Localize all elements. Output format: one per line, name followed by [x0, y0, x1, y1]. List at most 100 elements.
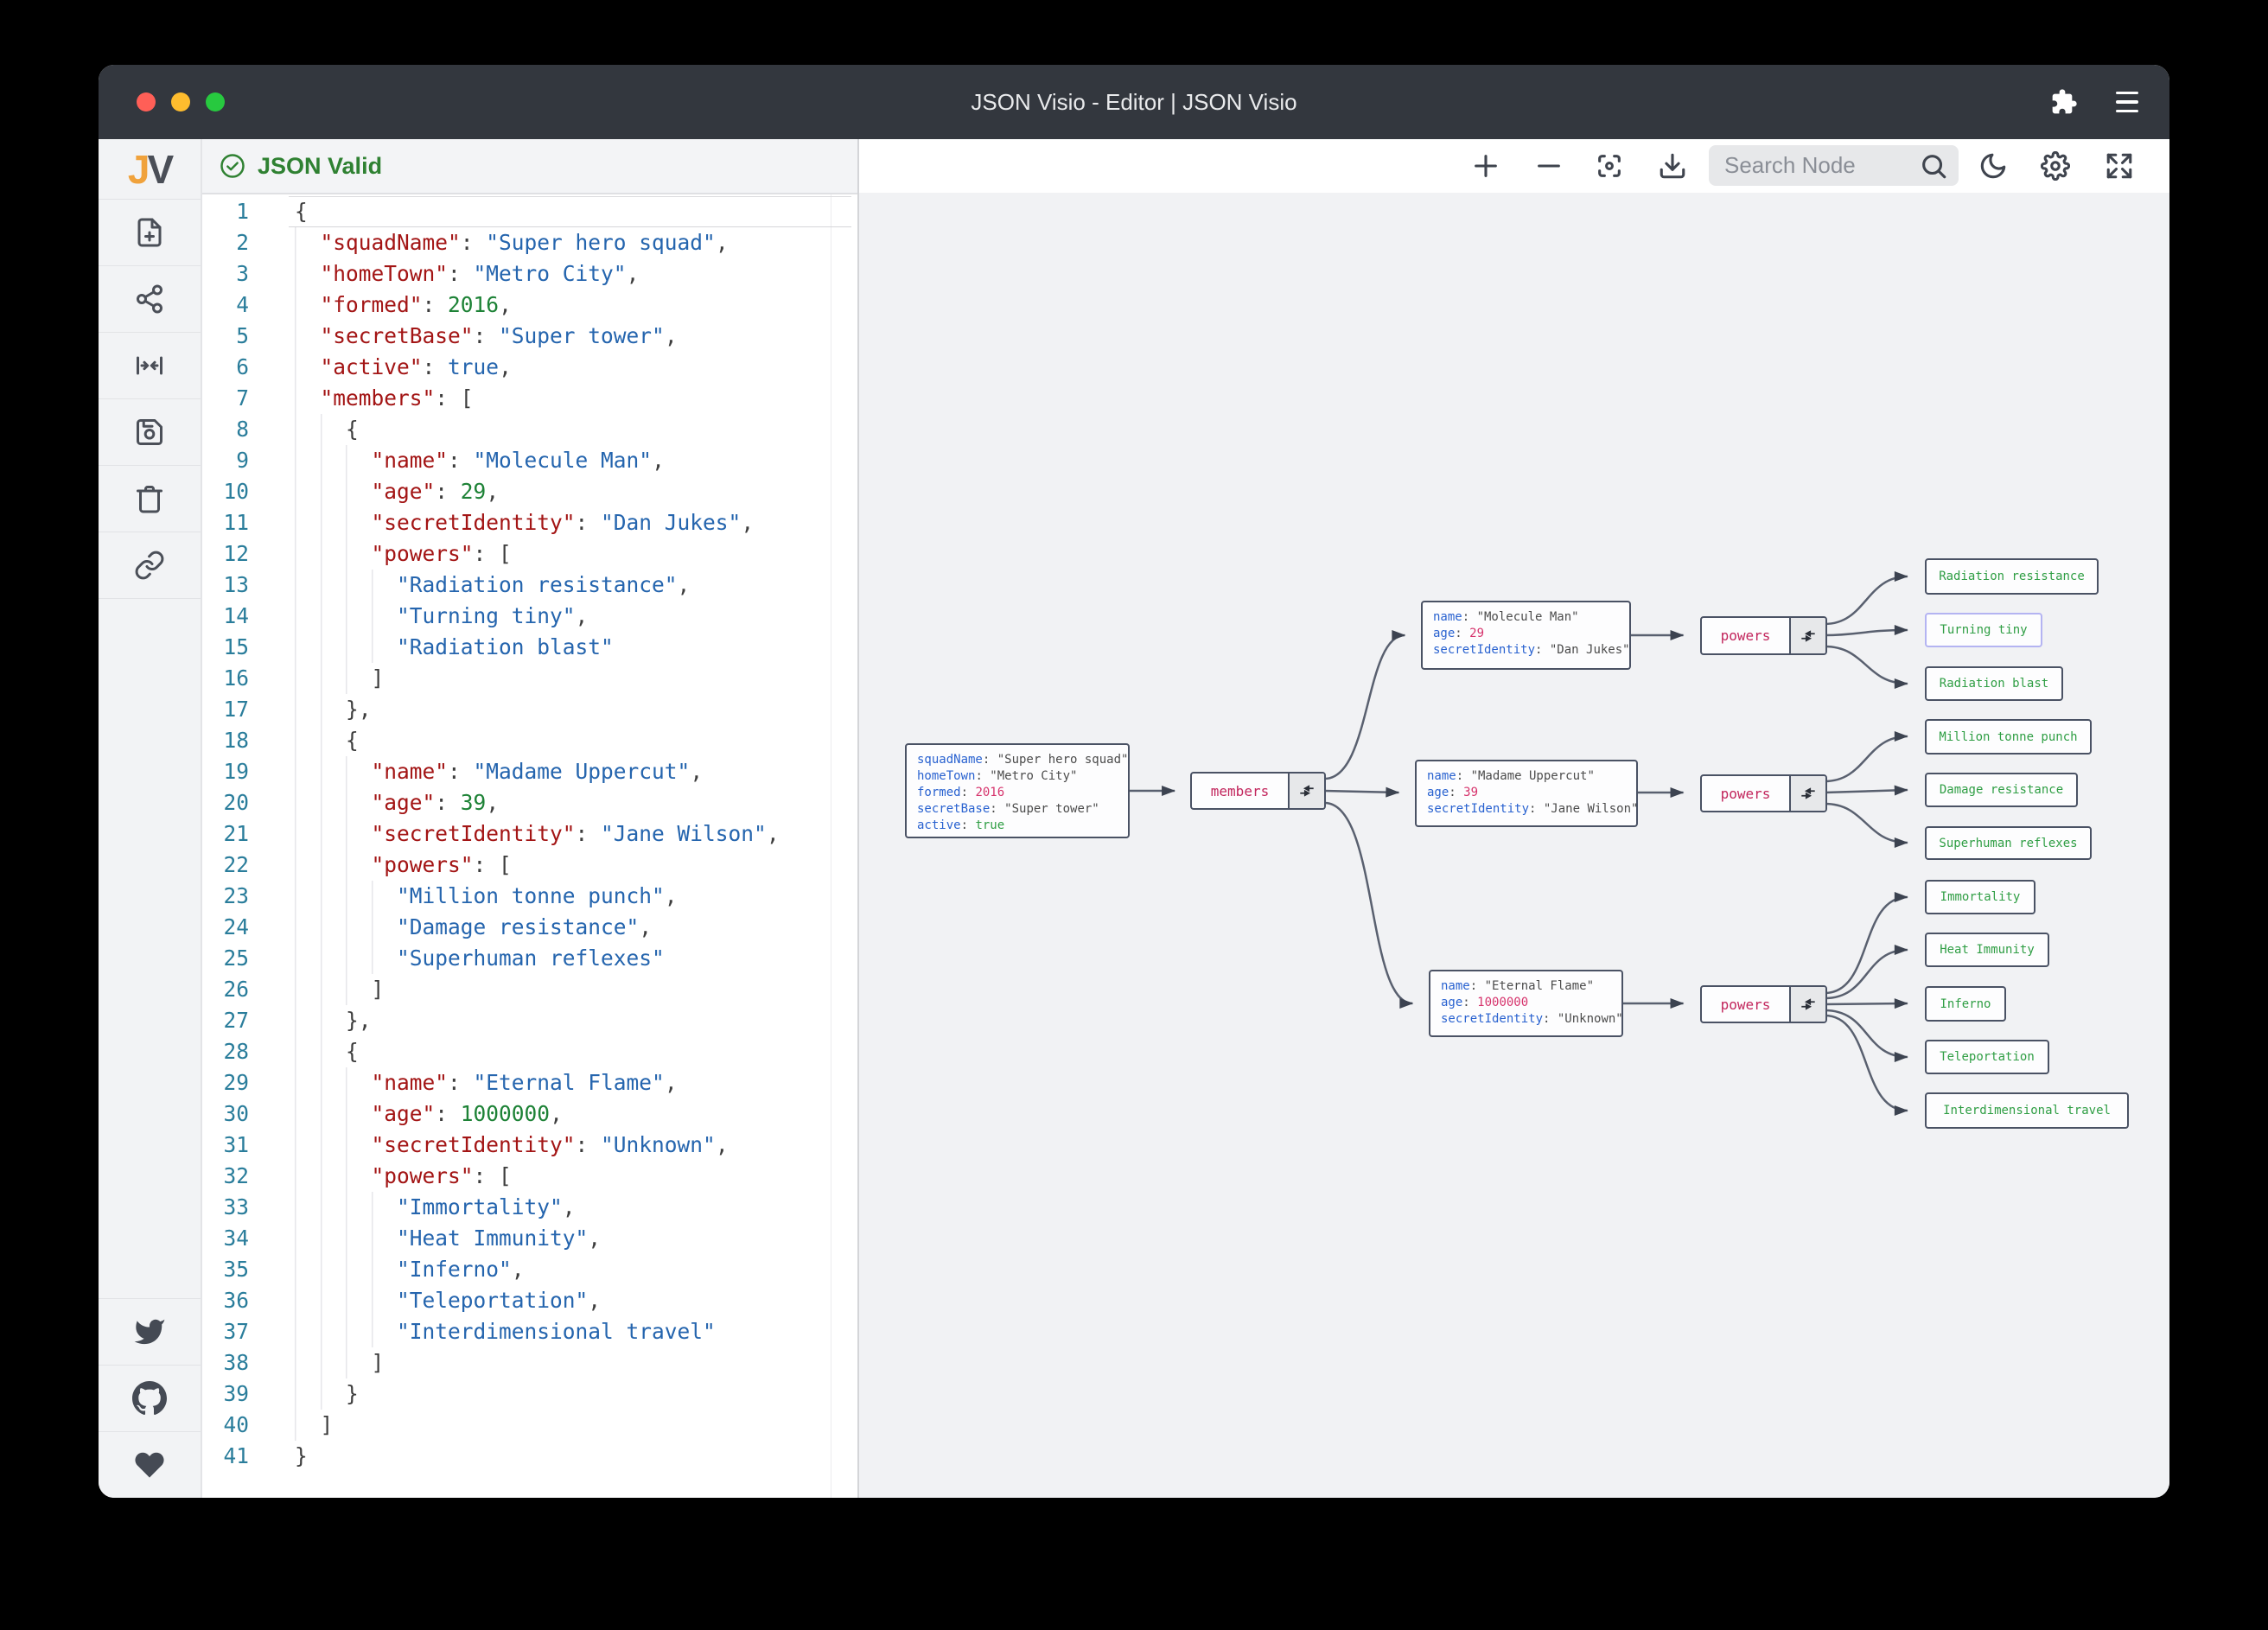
graph-leaf-node[interactable]: Damage resistance	[1925, 773, 2078, 807]
code-line[interactable]: 33 "Immortality",	[202, 1192, 857, 1223]
collapse-button[interactable]	[1789, 618, 1825, 653]
graph-parent-node-powers[interactable]: powers	[1700, 616, 1827, 655]
collapse-button[interactable]	[1789, 987, 1825, 1022]
code-line[interactable]: 12 "powers": [	[202, 538, 857, 570]
code-line[interactable]: 41}	[202, 1441, 857, 1472]
graph-leaf-node[interactable]: Turning tiny	[1925, 613, 2042, 647]
graph-toolbar	[859, 139, 2169, 193]
dark-mode-button[interactable]	[1978, 151, 2008, 181]
code-line[interactable]: 16]	[202, 663, 857, 694]
code-line[interactable]: 11 "secretIdentity": "Dan Jukes",	[202, 507, 857, 538]
code-line[interactable]: 25 "Superhuman reflexes"	[202, 943, 857, 974]
code-line[interactable]: 34 "Heat Immunity",	[202, 1223, 857, 1254]
graph-node-m1[interactable]: name: "Molecule Man" age: 29 secretIdentit…	[1421, 601, 1631, 670]
code-line[interactable]: 9 "name": "Molecule Man",	[202, 445, 857, 476]
collapse-button[interactable]	[1288, 774, 1324, 808]
row-value: "Unknown"	[1557, 1012, 1623, 1026]
graph-node-m3[interactable]: name: "Eternal Flame" age: 1000000 secretI…	[1429, 970, 1623, 1037]
center-view-button[interactable]	[99, 333, 201, 399]
code-line[interactable]: 35 "Inferno",	[202, 1254, 857, 1285]
code-line[interactable]: 28{	[202, 1036, 857, 1067]
code-line[interactable]: 3 "homeTown": "Metro City",	[202, 258, 857, 290]
code-line[interactable]: 39}	[202, 1378, 857, 1410]
code-line[interactable]: 20 "age": 39,	[202, 787, 857, 818]
code-line[interactable]: 8{	[202, 414, 857, 445]
github-button[interactable]	[99, 1366, 201, 1432]
graph-node-root[interactable]: squadName: "Super hero squad" homeTown: "…	[905, 743, 1130, 838]
code-line[interactable]: 29 "name": "Eternal Flame",	[202, 1067, 857, 1098]
code-line[interactable]: 14 "Turning tiny",	[202, 601, 857, 632]
collapse-button[interactable]	[1789, 776, 1825, 811]
code-line[interactable]: 18{	[202, 725, 857, 756]
share-button[interactable]	[99, 266, 201, 333]
focus-button[interactable]	[1595, 151, 1624, 181]
code-line-content: "age": 29,	[249, 476, 499, 507]
row-value: "Madame Uppercut"	[1470, 769, 1595, 783]
code-editor[interactable]: 1{2 "squadName": "Super hero squad", 3 "hom…	[202, 194, 857, 1498]
code-line[interactable]: 7 "members": [	[202, 383, 857, 414]
code-line[interactable]: 13 "Radiation resistance",	[202, 570, 857, 601]
code-line-content: "powers": [	[249, 850, 512, 881]
code-line[interactable]: 19 "name": "Madame Uppercut",	[202, 756, 857, 787]
code-line[interactable]: 32 "powers": [	[202, 1161, 857, 1192]
graph-leaf-node[interactable]: Immortality	[1925, 880, 2035, 914]
menu-icon[interactable]	[2116, 91, 2138, 113]
graph-leaf-node[interactable]: Inferno	[1925, 986, 2006, 1022]
code-line[interactable]: 36 "Teleportation",	[202, 1285, 857, 1316]
new-document-button[interactable]	[99, 200, 201, 266]
graph-leaf-node[interactable]: Teleportation	[1925, 1040, 2049, 1074]
code-line[interactable]: 23 "Million tonne punch",	[202, 881, 857, 912]
line-number: 37	[223, 1319, 249, 1344]
app-logo[interactable]: JV	[99, 139, 201, 200]
code-line[interactable]: 2 "squadName": "Super hero squad",	[202, 227, 857, 258]
code-line[interactable]: 27},	[202, 1005, 857, 1036]
extension-icon[interactable]	[2050, 88, 2078, 116]
graph-parent-node-members[interactable]: members	[1190, 772, 1326, 810]
graph-parent-node-powers[interactable]: powers	[1700, 985, 1827, 1023]
graph-canvas[interactable]: squadName: "Super hero squad" homeTown: "…	[859, 193, 2169, 1498]
code-line[interactable]: 21 "secretIdentity": "Jane Wilson",	[202, 818, 857, 850]
code-line[interactable]: 17},	[202, 694, 857, 725]
code-line[interactable]: 24 "Damage resistance",	[202, 912, 857, 943]
code-line-content: "Interdimensional travel"	[249, 1316, 716, 1347]
share-icon	[137, 284, 162, 314]
code-line-content: "age": 39,	[249, 787, 499, 818]
parent-node-label: powers	[1720, 627, 1771, 644]
code-line[interactable]: 37 "Interdimensional travel"	[202, 1316, 857, 1347]
app-window: JSON Visio - Editor | JSON Visio JV JSON…	[99, 65, 2169, 1498]
code-line[interactable]: 30 "age": 1000000,	[202, 1098, 857, 1130]
twitter-button[interactable]	[99, 1298, 201, 1366]
code-line[interactable]: 5 "secretBase": "Super tower",	[202, 321, 857, 352]
link-button[interactable]	[99, 532, 201, 599]
code-line[interactable]: 15 "Radiation blast"	[202, 632, 857, 663]
code-line[interactable]: 40]	[202, 1410, 857, 1441]
settings-button[interactable]	[2041, 151, 2070, 181]
fullscreen-button[interactable]	[2105, 151, 2134, 181]
code-line[interactable]: 6 "active": true,	[202, 352, 857, 383]
code-line-content: ]	[249, 974, 384, 1005]
code-line[interactable]: 4 "formed": 2016,	[202, 290, 857, 321]
code-line[interactable]: 26]	[202, 974, 857, 1005]
zoom-in-button[interactable]	[1471, 151, 1500, 181]
save-button[interactable]	[99, 399, 201, 466]
code-line[interactable]: 22 "powers": [	[202, 850, 857, 881]
code-line[interactable]: 31 "secretIdentity": "Unknown",	[202, 1130, 857, 1161]
graph-node-m2[interactable]: name: "Madame Uppercut" age: 39 secretIden…	[1415, 760, 1638, 827]
code-line-content: "powers": [	[249, 538, 512, 570]
code-line[interactable]: 10 "age": 29,	[202, 476, 857, 507]
graph-leaf-node[interactable]: Heat Immunity	[1925, 933, 2049, 967]
sponsor-button[interactable]	[99, 1432, 201, 1498]
code-line[interactable]: 1{	[202, 196, 857, 227]
graph-leaf-node[interactable]: Million tonne punch	[1925, 719, 2092, 755]
code-line[interactable]: 38]	[202, 1347, 857, 1378]
graph-parent-node-powers[interactable]: powers	[1700, 774, 1827, 812]
graph-leaf-node[interactable]: Superhuman reflexes	[1925, 826, 2092, 860]
graph-leaf-node[interactable]: Interdimensional travel	[1925, 1092, 2129, 1129]
line-number: 36	[223, 1288, 249, 1313]
delete-button[interactable]	[99, 466, 201, 532]
graph-leaf-node[interactable]: Radiation resistance	[1925, 558, 2099, 595]
zoom-out-button[interactable]	[1534, 151, 1564, 181]
graph-leaf-node[interactable]: Radiation blast	[1925, 666, 2063, 701]
code-line-content: "Turning tiny",	[249, 601, 588, 632]
download-button[interactable]	[1658, 151, 1687, 181]
